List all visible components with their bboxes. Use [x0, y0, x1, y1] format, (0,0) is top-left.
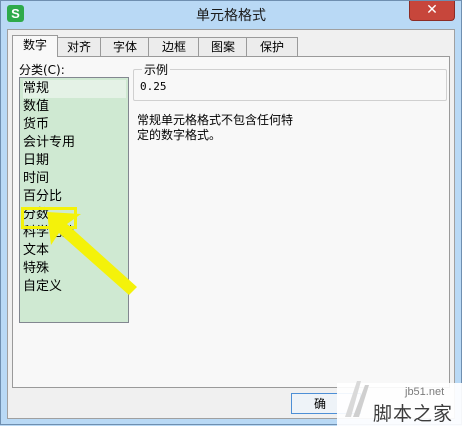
category-item-custom[interactable]: 自定义: [23, 278, 126, 296]
tab-font[interactable]: 字体: [100, 37, 150, 56]
category-label: 分类(C):: [19, 63, 65, 77]
category-item-number[interactable]: 数值: [23, 98, 126, 116]
tab-border[interactable]: 边框: [148, 37, 200, 56]
category-item-date[interactable]: 日期: [23, 152, 126, 170]
format-description: 常规单元格格式不包含任何特定的数字格式。: [137, 113, 294, 142]
category-item-special[interactable]: 特殊: [23, 260, 126, 278]
sample-group: 示例 0.25: [133, 61, 447, 101]
number-tab-page: 分类(C): 常规 数值 货币 会计专用 日期 时间 百分比 分数 科学记数 文…: [12, 56, 450, 388]
watermark-url: jb51.net: [405, 386, 445, 398]
category-item-currency[interactable]: 货币: [23, 116, 126, 134]
sample-legend: 示例: [142, 61, 171, 78]
category-item-accounting[interactable]: 会计专用: [23, 134, 126, 152]
format-cells-dialog: S 单元格格式 ✕ 数字 对齐 字体 边框 图案 保护 分类(C): 常规 数值…: [0, 0, 462, 426]
tab-protection[interactable]: 保护: [246, 37, 298, 56]
title-bar[interactable]: S 单元格格式 ✕: [1, 1, 461, 27]
close-icon: ✕: [426, 2, 438, 18]
category-list[interactable]: 常规 数值 货币 会计专用 日期 时间 百分比 分数 科学记数 文本 特殊 自定…: [19, 77, 129, 323]
dialog-title: 单元格格式: [196, 8, 266, 24]
dialog-body: 数字 对齐 字体 边框 图案 保护 分类(C): 常规 数值 货币 会计专用 日…: [7, 29, 455, 419]
category-item-percentage[interactable]: 百分比: [23, 188, 126, 206]
tab-pattern[interactable]: 图案: [198, 37, 248, 56]
sample-value: 0.25: [140, 80, 167, 93]
tab-number[interactable]: 数字: [12, 35, 58, 57]
tab-alignment[interactable]: 对齐: [56, 37, 102, 56]
category-item-general[interactable]: 常规: [23, 80, 126, 98]
close-button[interactable]: ✕: [409, 1, 455, 21]
watermark-logo-icon: [345, 381, 369, 417]
category-item-text[interactable]: 文本: [23, 242, 126, 260]
category-item-time[interactable]: 时间: [23, 170, 126, 188]
watermark-text: 脚本之家: [373, 403, 454, 425]
percentage-highlight-box: [21, 207, 77, 229]
